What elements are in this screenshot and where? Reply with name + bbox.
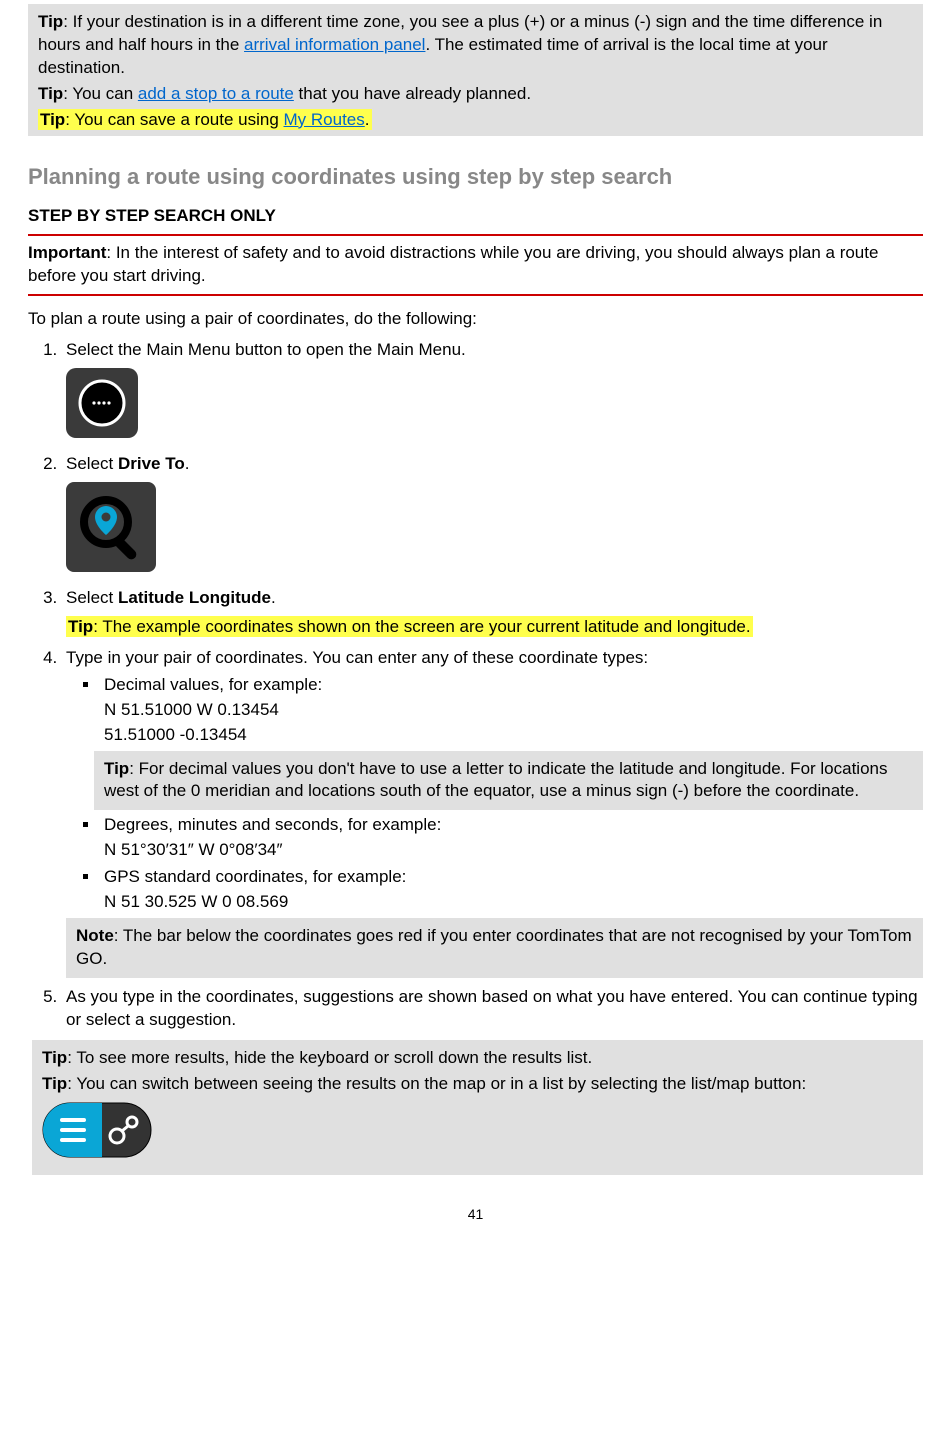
list-map-toggle-icon	[42, 1102, 152, 1158]
tip-box-decimal: Tip: For decimal values you don't have t…	[94, 751, 923, 811]
page-number: 41	[28, 1205, 923, 1224]
main-menu-icon	[66, 368, 138, 438]
tip-label: Tip	[38, 84, 63, 103]
step-2: Select Drive To.	[62, 453, 923, 579]
tip-highlight: Tip: The example coordinates shown on th…	[66, 616, 753, 637]
note-box: Note: The bar below the coordinates goes…	[66, 918, 923, 978]
drive-to-icon	[66, 482, 156, 572]
step-1: Select the Main Menu button to open the …	[62, 339, 923, 445]
bullet-decimal: Decimal values, for example: N 51.51000 …	[100, 674, 923, 747]
step-3: Select Latitude Longitude. Tip: The exam…	[62, 587, 923, 639]
intro: To plan a route using a pair of coordina…	[28, 308, 923, 331]
link-my-routes[interactable]: My Routes	[284, 110, 365, 129]
link-add-stop[interactable]: add a stop to a route	[138, 84, 294, 103]
tip-box-top: Tip: If your destination is in a differe…	[28, 4, 923, 136]
bullet-gps: GPS standard coordinates, for example: N…	[100, 866, 923, 914]
subhead: STEP BY STEP SEARCH ONLY	[28, 205, 923, 228]
tip-1: Tip: If your destination is in a differe…	[38, 11, 913, 80]
step-4: Type in your pair of coordinates. You ca…	[62, 647, 923, 978]
divider-red	[28, 234, 923, 236]
link-arrival-info[interactable]: arrival information panel	[244, 35, 425, 54]
divider-red	[28, 294, 923, 296]
steps-list: Select the Main Menu button to open the …	[28, 339, 923, 1175]
tip-label: Tip	[40, 110, 65, 129]
section-title: Planning a route using coordinates using…	[28, 162, 923, 192]
step-5: As you type in the coordinates, suggesti…	[62, 986, 923, 1175]
tip-label: Tip	[38, 12, 63, 31]
tip-3-wrap: Tip: You can save a route using My Route…	[38, 109, 913, 132]
tip-box-results: Tip: To see more results, hide the keybo…	[32, 1040, 923, 1175]
bullet-dms: Degrees, minutes and seconds, for exampl…	[100, 814, 923, 862]
important-note: Important: In the interest of safety and…	[28, 242, 923, 288]
tip-2: Tip: You can add a stop to a route that …	[38, 83, 913, 106]
